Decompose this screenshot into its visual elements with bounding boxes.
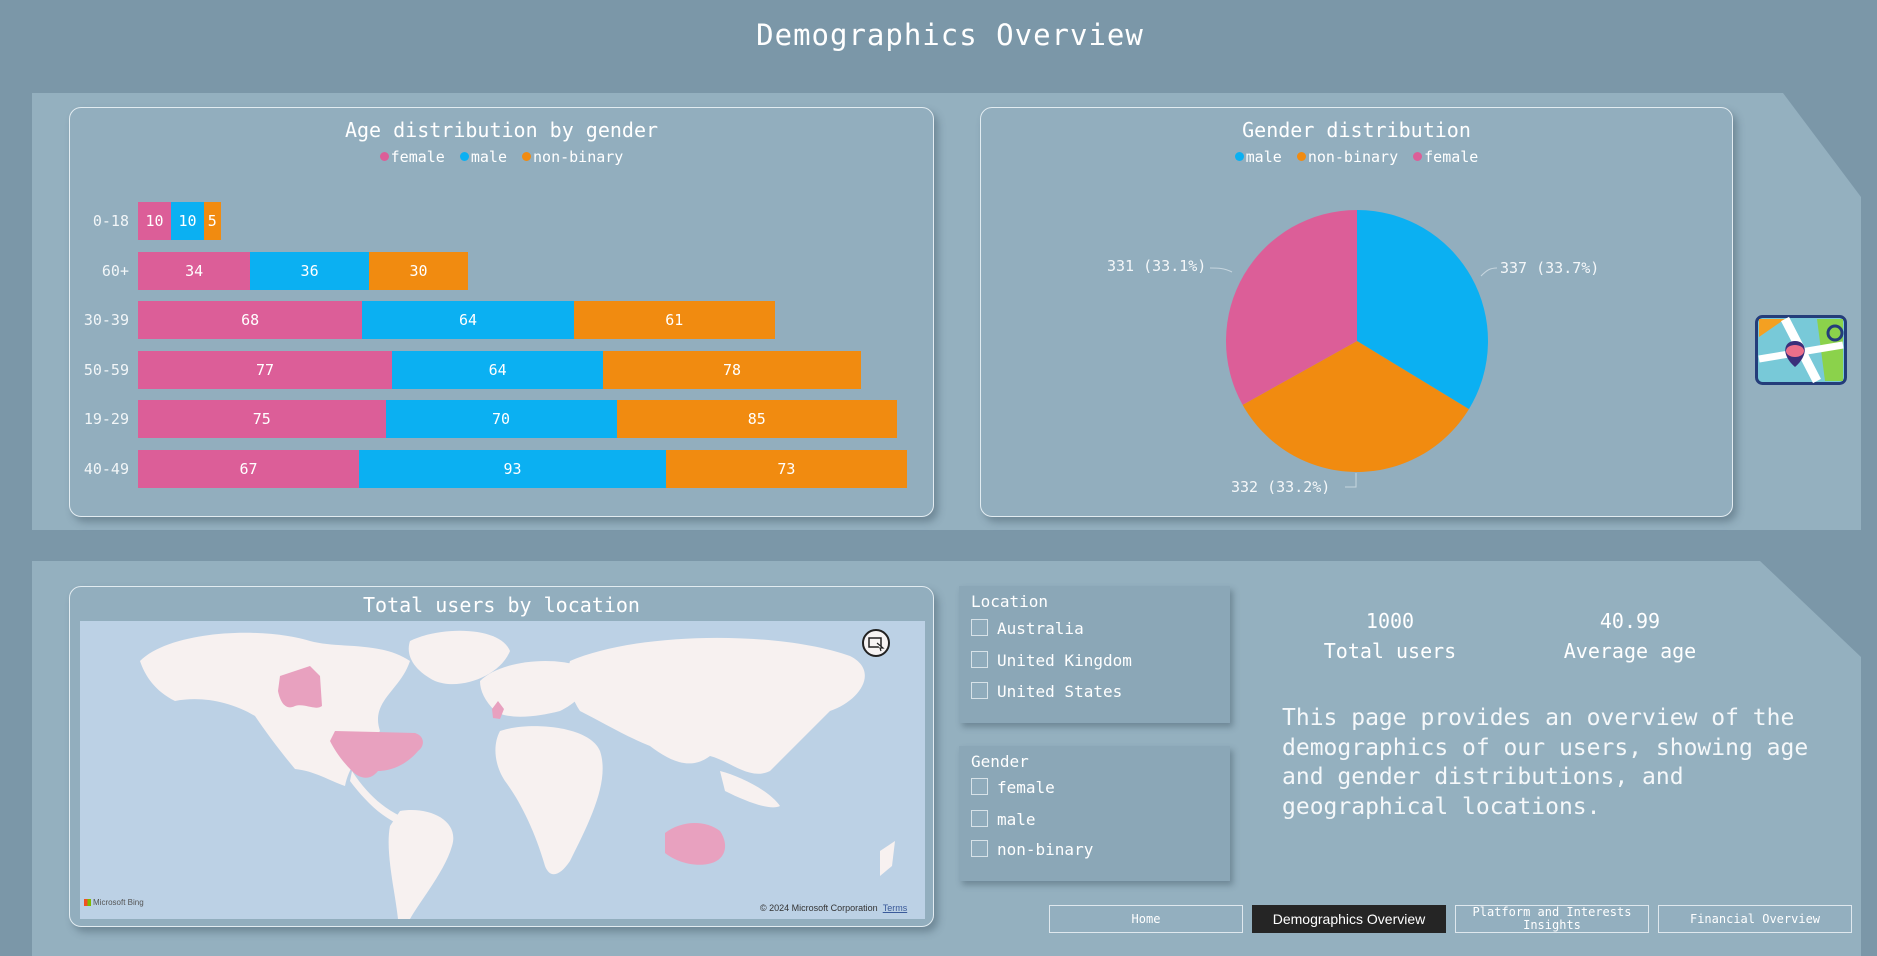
age-chart-title: Age distribution by gender: [344, 118, 659, 142]
gender-filter-title: Gender: [971, 752, 1029, 771]
focus-mode-icon[interactable]: [862, 629, 890, 657]
bar-male-50-59[interactable]: 64: [392, 350, 604, 389]
pie-label-non-binary: 332 (33.2%): [1231, 478, 1331, 496]
total-users-value: 1000: [1365, 609, 1415, 633]
bar-non-binary-0-18[interactable]: 5: [204, 202, 221, 240]
bar-non-binary-60+[interactable]: 30: [369, 251, 468, 290]
bar-male-40-49[interactable]: 93: [359, 450, 666, 488]
page-title: Demographics Overview: [756, 18, 1144, 52]
checkbox-icon: [971, 778, 988, 795]
location-filter-title: Location: [971, 592, 1049, 611]
nav-home-button[interactable]: Home: [1049, 905, 1243, 933]
bar-non-binary-50-59[interactable]: 78: [603, 350, 861, 389]
gender-pie-chart: [1226, 210, 1488, 472]
bar-female-0-18[interactable]: 10: [138, 202, 171, 240]
age-chart-legend: female male non-binary: [69, 148, 934, 166]
map-pin-icon[interactable]: [1755, 315, 1847, 385]
bar-non-binary-40-49[interactable]: 73: [666, 450, 907, 488]
pie-label-female: 331 (33.1%): [1107, 257, 1207, 275]
average-age-label: Average age: [1563, 639, 1697, 663]
gender-chart-legend: male non-binary female: [980, 148, 1733, 166]
filter-option-australia[interactable]: Australia: [971, 619, 1084, 639]
filter-option-female[interactable]: female: [971, 778, 1055, 798]
bar-female-19-29[interactable]: 75: [138, 400, 386, 439]
microsoft-logo-icon: [84, 899, 91, 907]
filter-option-united-states[interactable]: United States: [971, 682, 1122, 702]
bar-male-60+[interactable]: 36: [250, 251, 369, 290]
bar-non-binary-30-39[interactable]: 61: [573, 301, 775, 340]
bar-female-30-39[interactable]: 68: [138, 301, 363, 340]
map-region-australia: [665, 822, 726, 865]
world-map[interactable]: Microsoft Bing © 2024 Microsoft Corporat…: [80, 621, 925, 919]
map-copyright: © 2024 Microsoft Corporation Terms: [760, 903, 908, 913]
checkbox-icon: [971, 840, 988, 857]
bar-male-0-18[interactable]: 10: [171, 202, 204, 240]
y-tick-label: 60+: [101, 261, 129, 280]
bar-female-60+[interactable]: 34: [138, 251, 251, 290]
pie-label-male: 337 (33.7%): [1500, 259, 1600, 277]
location-filter: Location Australia United Kingdom United…: [959, 586, 1230, 723]
checkbox-icon: [971, 651, 988, 668]
page-description: This page provides an overview of the de…: [1282, 705, 1809, 820]
nav-demographics-button[interactable]: Demographics Overview: [1252, 905, 1446, 933]
checkbox-icon: [971, 682, 988, 699]
legend-item-male[interactable]: male: [1234, 148, 1282, 166]
legend-item-male[interactable]: male: [459, 148, 507, 166]
checkbox-icon: [971, 619, 988, 636]
y-tick-label: 30-39: [83, 311, 129, 330]
gender-filter: Gender female male non-binary: [959, 746, 1230, 881]
legend-item-female[interactable]: female: [379, 148, 445, 166]
bar-female-40-49[interactable]: 67: [138, 450, 360, 488]
bar-female-50-59[interactable]: 77: [138, 350, 393, 389]
nav-financial-overview-button[interactable]: Financial Overview: [1658, 905, 1852, 933]
total-users-label: Total users: [1323, 639, 1457, 663]
bar-male-30-39[interactable]: 64: [362, 301, 574, 340]
filter-option-male[interactable]: male: [971, 810, 1036, 830]
y-tick-label: 40-49: [83, 460, 129, 478]
gender-chart-title: Gender distribution: [1242, 118, 1471, 142]
checkbox-icon: [971, 810, 988, 827]
legend-item-non-binary[interactable]: non-binary: [1296, 148, 1398, 166]
map-terms-link[interactable]: Terms: [883, 903, 908, 913]
map-attribution: Microsoft Bing: [84, 898, 144, 907]
bar-non-binary-19-29[interactable]: 85: [616, 400, 897, 439]
legend-item-non-binary[interactable]: non-binary: [522, 148, 623, 166]
pie-slices: [1226, 210, 1488, 472]
y-tick-label: 0-18: [92, 212, 129, 230]
filter-option-non-binary[interactable]: non-binary: [971, 840, 1093, 860]
bar-male-19-29[interactable]: 70: [385, 400, 617, 439]
average-age-value: 40.99: [1599, 609, 1661, 633]
y-tick-label: 19-29: [83, 410, 129, 429]
filter-option-united-kingdom[interactable]: United Kingdom: [971, 651, 1132, 671]
map-title: Total users by location: [363, 593, 640, 617]
nav-platform-insights-button[interactable]: Platform and Interests Insights: [1455, 905, 1649, 933]
legend-item-female[interactable]: female: [1413, 148, 1478, 166]
y-tick-label: 50-59: [83, 360, 129, 379]
